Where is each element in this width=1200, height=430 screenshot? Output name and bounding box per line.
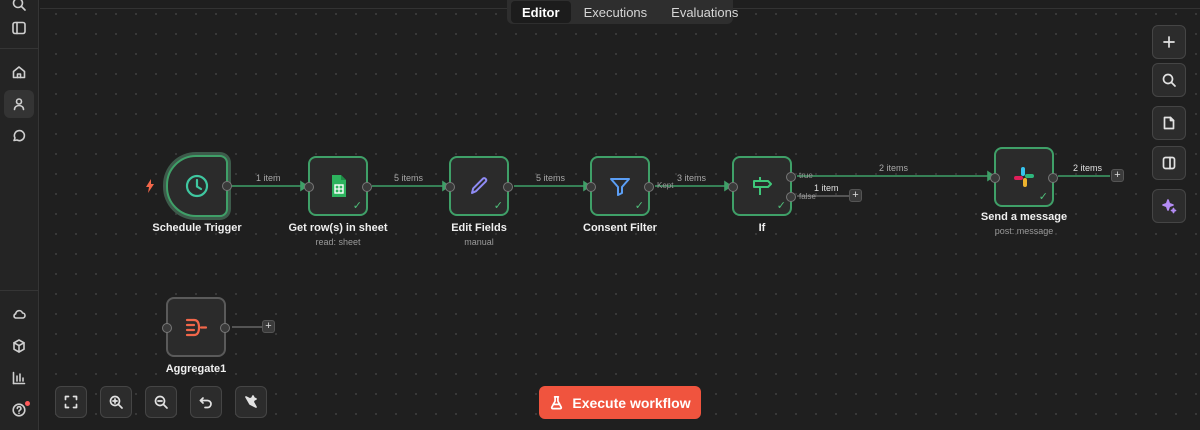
- input-handle[interactable]: [728, 182, 738, 192]
- edge-item-count: 5 items: [394, 173, 424, 183]
- toggle-panel-button[interactable]: [1152, 146, 1186, 180]
- notification-dot: [25, 401, 30, 406]
- clock-icon: [185, 174, 209, 198]
- cloud-icon[interactable]: [4, 300, 34, 328]
- port-label-false: false: [799, 192, 816, 201]
- output-handle[interactable]: [220, 323, 230, 333]
- node-subtitle: post: message: [994, 226, 1054, 236]
- output-handle[interactable]: [222, 181, 232, 191]
- node-consent-filter[interactable]: ✓: [586, 156, 654, 216]
- google-sheets-icon: [332, 175, 346, 197]
- node-send-message[interactable]: ✓: [990, 147, 1058, 207]
- success-check-icon: ✓: [352, 200, 362, 212]
- output-handle[interactable]: [503, 182, 513, 192]
- node-label: Consent Filter: [583, 222, 657, 234]
- input-handle[interactable]: [162, 323, 172, 333]
- aggregate-icon: [185, 318, 208, 337]
- add-after-aggregate-button[interactable]: +: [262, 320, 275, 333]
- node-label: Edit Fields: [451, 222, 507, 234]
- tab-evaluations[interactable]: Evaluations: [660, 1, 749, 23]
- cube-icon[interactable]: [4, 332, 34, 360]
- help-icon[interactable]: [4, 396, 34, 424]
- node-if[interactable]: ✓: [728, 156, 796, 216]
- node-label: Send a message: [980, 211, 1068, 223]
- node-edit-fields[interactable]: ✓: [445, 156, 513, 216]
- success-check-icon: ✓: [776, 200, 786, 212]
- node-aggregate[interactable]: [162, 297, 230, 357]
- input-handle[interactable]: [586, 182, 596, 192]
- insights-chart-icon[interactable]: [4, 364, 34, 392]
- toggle-sidebar-icon[interactable]: [4, 14, 34, 42]
- pencil-icon: [471, 177, 488, 194]
- edge-item-count: 1 item: [256, 173, 281, 183]
- view-tabs: Editor Executions Evaluations: [507, 0, 738, 24]
- user-icon[interactable]: [4, 90, 34, 118]
- node-subtitle: read: sheet: [315, 237, 361, 247]
- fit-view-button[interactable]: [55, 386, 87, 418]
- input-handle[interactable]: [445, 182, 455, 192]
- node-label: Aggregate1: [165, 363, 227, 375]
- edge-item-count: 2 items: [1073, 163, 1103, 173]
- input-handle[interactable]: [990, 173, 1000, 183]
- input-handle[interactable]: [304, 182, 314, 192]
- port-label-true: true: [799, 171, 813, 180]
- slack-icon: [1014, 167, 1034, 187]
- trigger-bolt-icon: [146, 179, 154, 193]
- zoom-out-button[interactable]: [145, 386, 177, 418]
- execute-workflow-button[interactable]: Execute workflow: [539, 386, 701, 419]
- edge-item-count: 1 item: [814, 183, 839, 193]
- search-nodes-button[interactable]: [1152, 63, 1186, 97]
- node-get-rows-sheet[interactable]: ✓: [304, 156, 372, 216]
- app-root: Editor Executions Evaluations Schedule T…: [0, 0, 1200, 430]
- ai-assistant-button[interactable]: [1152, 189, 1186, 223]
- home-icon[interactable]: [4, 58, 34, 86]
- edge-item-count: 3 items: [677, 173, 707, 183]
- tidy-up-button[interactable]: [235, 386, 267, 418]
- node-subtitle: manual: [464, 237, 494, 247]
- success-check-icon: ✓: [1038, 191, 1048, 203]
- output-handle[interactable]: [1048, 173, 1058, 183]
- zoom-in-button[interactable]: [100, 386, 132, 418]
- add-after-false-button[interactable]: +: [849, 189, 862, 202]
- chat-icon[interactable]: [4, 122, 34, 150]
- undo-button[interactable]: [190, 386, 222, 418]
- edge-item-count: 5 items: [536, 173, 566, 183]
- tab-editor[interactable]: Editor: [511, 1, 571, 23]
- node-label: Schedule Trigger: [152, 222, 242, 234]
- signpost-icon: [753, 177, 772, 195]
- false-output-handle[interactable]: [786, 192, 796, 202]
- node-label: Get row(s) in sheet: [288, 222, 388, 234]
- tab-executions[interactable]: Executions: [573, 1, 659, 23]
- filter-icon: [610, 178, 630, 196]
- success-check-icon: ✓: [493, 200, 503, 212]
- port-label-kept: Kept: [657, 181, 674, 190]
- success-check-icon: ✓: [634, 200, 644, 212]
- node-label: If: [758, 222, 766, 234]
- execute-workflow-label: Execute workflow: [572, 394, 691, 411]
- output-handle[interactable]: [362, 182, 372, 192]
- edge-item-count: 2 items: [879, 163, 909, 173]
- sticky-note-button[interactable]: [1152, 106, 1186, 140]
- output-handle[interactable]: [644, 182, 654, 192]
- add-after-slack-button[interactable]: +: [1111, 169, 1124, 182]
- add-node-button[interactable]: [1152, 25, 1186, 59]
- flask-icon: [551, 396, 563, 410]
- left-sidebar: [0, 0, 39, 430]
- true-output-handle[interactable]: [786, 172, 796, 182]
- node-schedule-trigger[interactable]: [166, 155, 232, 217]
